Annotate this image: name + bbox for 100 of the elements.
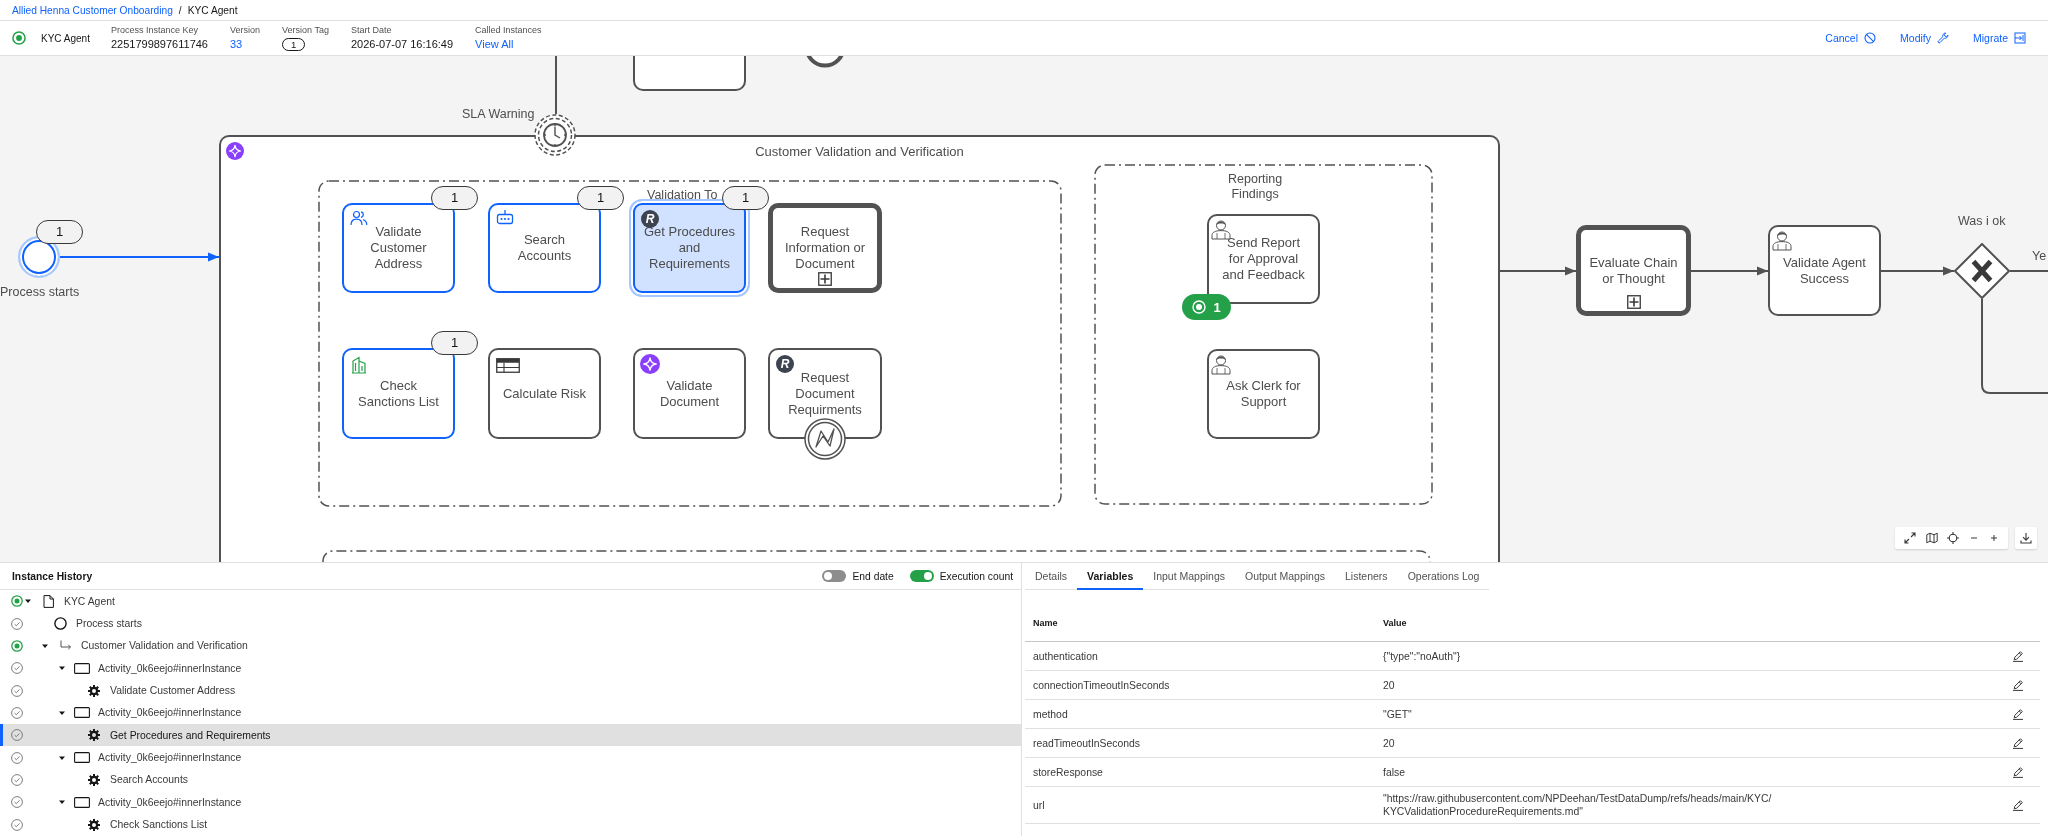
subprocess-title: Customer Validation and Verification <box>755 143 964 159</box>
rectangle-icon <box>74 752 90 764</box>
breadcrumb-link[interactable]: Allied Henna Customer Onboarding <box>12 4 173 16</box>
pencil-icon[interactable] <box>2012 708 2024 720</box>
crosshair-icon[interactable] <box>1947 532 1960 544</box>
field-label: Start Date <box>350 25 392 36</box>
pencil-icon[interactable] <box>2012 766 2024 778</box>
user-icon <box>1771 229 1793 251</box>
pencil-icon[interactable] <box>2012 799 2024 811</box>
event-label: Process starts <box>0 285 80 300</box>
event-label: SLA Warning <box>462 107 535 122</box>
tree-item[interactable]: Activity_0k6eejo#innerInstance <box>0 701 1021 725</box>
tab[interactable]: Listeners <box>1335 563 1398 590</box>
count-badge: 1 <box>431 331 478 355</box>
table-cell-text: 20 <box>1382 736 1396 750</box>
toggle-label: End date <box>852 570 894 582</box>
task-node[interactable]: Check Sanctions List <box>342 348 455 439</box>
arrow-box-icon <box>2014 32 2026 44</box>
field-link[interactable]: View All <box>475 38 514 51</box>
table-cell-text: url <box>1032 798 1046 812</box>
pencil-icon[interactable] <box>2012 650 2024 662</box>
field-link[interactable]: 33 <box>230 38 243 51</box>
toggle-label: Execution count <box>939 570 1013 582</box>
migrate-button[interactable]: Migrate <box>1973 32 2026 44</box>
table-cell-text: method <box>1032 707 1069 721</box>
tree-item[interactable]: Activity_0k6eejo#innerInstance <box>0 791 1021 814</box>
pencil-icon[interactable] <box>2012 737 2024 749</box>
rectangle-icon <box>74 707 90 719</box>
table-cell-text: "https://raw.githubusercontent.com/NPDeehan/TestDataDump/refs/heads/main/KYC/ KYCValidationProcedureRequirements.md" <box>1382 792 1773 818</box>
group-label: Reporting Findings <box>1228 172 1283 202</box>
tree-item[interactable]: Customer Validation and Verification <box>0 634 1021 658</box>
caret-icon[interactable] <box>59 709 65 716</box>
sparkle-icon <box>226 142 244 160</box>
tree-item[interactable]: Process starts <box>0 612 1021 635</box>
sparkle-icon <box>640 354 660 374</box>
start-event[interactable] <box>18 236 60 278</box>
circle-icon <box>53 617 67 630</box>
corner-arrow-icon <box>58 640 72 652</box>
task-node[interactable]: Request Information or Document <box>768 203 882 293</box>
exclusive-gateway[interactable] <box>1954 243 2010 299</box>
document-icon <box>42 594 54 608</box>
map-icon[interactable] <box>1925 532 1938 544</box>
plus-square-icon <box>1626 295 1641 309</box>
tab[interactable]: Details <box>1025 563 1078 590</box>
tab[interactable]: Input Mappings <box>1143 563 1236 590</box>
wrench-icon <box>1937 32 1949 44</box>
count-badge: 1 <box>431 186 478 210</box>
breadcrumb-current: KYC Agent <box>187 4 238 16</box>
caret-icon[interactable] <box>42 642 48 649</box>
task-node[interactable]: Validate Customer Address <box>342 203 455 293</box>
tree-item[interactable]: Validate Customer Address <box>0 679 1021 702</box>
toggle-switch[interactable] <box>822 570 847 582</box>
status-dot-icon <box>1192 300 1207 314</box>
letter-marker: R <box>641 210 659 228</box>
field-value: 2251799897611746 <box>110 38 208 51</box>
building-icon <box>351 356 367 374</box>
tab[interactable]: Output Mappings <box>1235 563 1335 590</box>
tree-item[interactable]: KYC Agent <box>0 590 1021 613</box>
task-node[interactable]: Validate Document <box>633 348 746 439</box>
task-node[interactable]: R Request Document Requirments <box>768 348 882 439</box>
caret-icon[interactable] <box>59 665 65 672</box>
caret-icon[interactable] <box>59 754 65 761</box>
table-cell-text: connectionTimeoutInSeconds <box>1032 678 1171 692</box>
field-label: Version Tag <box>282 25 329 36</box>
tree-item[interactable]: Activity_0k6eejo#innerInstance <box>0 657 1021 680</box>
toggle-switch[interactable] <box>909 570 934 582</box>
zigzag-event-icon <box>804 418 846 460</box>
caret-icon[interactable] <box>59 799 65 806</box>
table-cell-text: false <box>1382 765 1406 779</box>
task-node[interactable]: Calculate Risk <box>488 348 601 439</box>
tree-item[interactable]: Check Sanctions List <box>0 813 1021 836</box>
task-node[interactable]: Ask Clerk for Support <box>1207 349 1320 439</box>
gear-icon <box>88 818 100 831</box>
user-icon <box>1210 353 1232 375</box>
task-node[interactable]: Send Report for Approval and Feedback <box>1207 214 1320 304</box>
download-icon <box>2020 532 2032 544</box>
tree-item[interactable]: Activity_0k6eejo#innerInstance <box>0 746 1021 769</box>
plus-square-icon <box>818 272 832 286</box>
caret-icon[interactable] <box>25 598 31 605</box>
task-node[interactable]: Evaluate Chain or Thought <box>1576 225 1691 316</box>
tab[interactable]: Operations Log <box>1397 563 1490 590</box>
tree-item[interactable]: Get Procedures and Requirements <box>0 724 1021 747</box>
gear-icon <box>88 729 100 742</box>
user-icon <box>1210 218 1232 240</box>
people-icon <box>350 210 368 226</box>
download-button[interactable] <box>2015 527 2037 549</box>
column-header: Name <box>1032 618 1059 628</box>
gear-icon <box>88 773 100 786</box>
pencil-icon[interactable] <box>2012 679 2024 691</box>
field-label: Version <box>230 25 261 36</box>
task-node[interactable]: Search Accounts <box>488 203 601 293</box>
expand-icon[interactable] <box>1903 532 1916 544</box>
instance-name: KYC Agent <box>41 32 90 44</box>
tab[interactable]: Variables <box>1077 563 1144 590</box>
tree-item[interactable]: Search Accounts <box>0 768 1021 792</box>
plus-icon[interactable] <box>1989 533 2000 543</box>
task-node[interactable]: Validate Agent Success <box>1768 225 1881 316</box>
count-badge: 1 <box>722 186 769 210</box>
cancel-button[interactable]: Cancel <box>1825 32 1877 44</box>
modify-button[interactable]: Modify <box>1900 32 1949 44</box>
